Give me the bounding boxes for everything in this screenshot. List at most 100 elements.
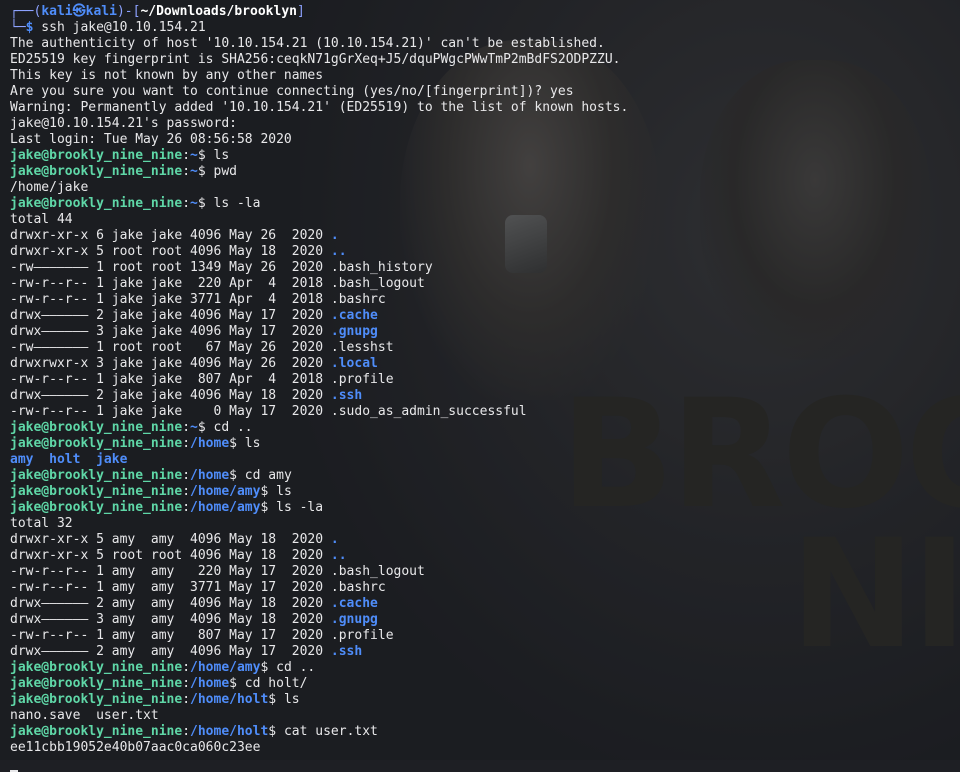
remote-path: /home <box>190 676 230 691</box>
remote-prompt-line: jake@brookly_nine_nine:/home$ cd amy <box>10 468 960 484</box>
prompt-separator: : <box>182 724 191 739</box>
prompt-separator: : <box>182 692 191 707</box>
file-meta: -rw-r--r-- 1 jake jake 3771 Apr 4 2018 <box>10 292 331 307</box>
file-meta: drwxr-xr-x 6 jake jake 4096 May 26 2020 <box>10 228 331 243</box>
file-meta: drwx—————— 3 amy amy 4096 May 18 2020 <box>10 612 331 627</box>
file-meta: drwx—————— 2 amy amy 4096 May 17 2020 <box>10 644 331 659</box>
file-name: .bash_logout <box>330 276 425 291</box>
dir-name: .cache <box>330 596 378 611</box>
dir-name: .ssh <box>330 644 363 659</box>
remote-path: /home <box>190 468 230 483</box>
prompt-dollar: $ <box>197 196 206 211</box>
command-text: ls <box>276 692 300 707</box>
remote-user-host: jake@brookly_nine_nine <box>10 660 183 675</box>
holt-listing: nano.save user.txt <box>10 708 159 723</box>
local-prompt-line-1: ┌──(kali㉿kali)-[~/Downloads/brooklyn] <box>10 4 960 20</box>
ssh-output-line: jake@10.10.154.21's password: <box>10 116 237 131</box>
local-prompt-line-2: └─$ ssh jake@10.10.154.21 <box>10 20 960 36</box>
remote-prompt-line: jake@brookly_nine_nine:~$ cd .. <box>10 420 960 436</box>
command-text: cd amy <box>236 468 292 483</box>
listing-row: -rw-r--r-- 1 amy amy 220 May 17 2020 .ba… <box>10 564 960 580</box>
remote-path: /home/amy <box>190 484 261 499</box>
listing-row: -rw-r--r-- 1 jake jake 807 Apr 4 2018 .p… <box>10 372 960 388</box>
remote-user-host: jake@brookly_nine_nine <box>10 164 183 179</box>
prompt-user: kali <box>41 4 73 19</box>
command-text: ls -la <box>268 500 324 515</box>
dir-entry: jake <box>96 452 128 467</box>
command-text: ls <box>268 484 292 499</box>
listing-row: drwxr-xr-x 6 jake jake 4096 May 26 2020 … <box>10 228 960 244</box>
prompt-separator: : <box>182 436 191 451</box>
listing-row: drwx—————— 2 jake jake 4096 May 17 2020 … <box>10 308 960 324</box>
prompt-separator: : <box>182 676 191 691</box>
command-text: cd .. <box>205 420 253 435</box>
listing-row: drwx—————— 3 jake jake 4096 May 17 2020 … <box>10 324 960 340</box>
home-listing: amy holt jake <box>10 452 960 468</box>
listing-row: drwx—————— 2 amy amy 4096 May 18 2020 .c… <box>10 596 960 612</box>
command-text: pwd <box>205 164 237 179</box>
file-meta: drwxr-xr-x 5 amy amy 4096 May 18 2020 <box>10 532 331 547</box>
prompt-separator: : <box>182 468 191 483</box>
remote-path: /home/amy <box>190 660 261 675</box>
listing-row: -rw——————— 1 root root 1349 May 26 2020 … <box>10 260 960 276</box>
prompt-host: kali <box>85 4 117 19</box>
file-name: .lesshst <box>330 340 394 355</box>
ssh-output-line: The authenticity of host '10.10.154.21 (… <box>10 36 605 51</box>
remote-prompt-line: jake@brookly_nine_nine:~$ ls -la <box>10 196 960 212</box>
listing-row: drwxrwxr-x 3 jake jake 4096 May 26 2020 … <box>10 356 960 372</box>
total-line: total 44 <box>10 212 73 227</box>
command-text: ls -la <box>205 196 261 211</box>
remote-prompt-line: jake@brookly_nine_nine:/home/holt$ cat u… <box>10 724 960 740</box>
file-meta: drwxrwxr-x 3 jake jake 4096 May 26 2020 <box>10 356 331 371</box>
dir-name: .ssh <box>330 388 363 403</box>
remote-prompt-line: jake@brookly_nine_nine:/home/holt$ ls <box>10 692 960 708</box>
dir-name: . <box>330 228 339 243</box>
prompt-dollar: $ <box>229 436 237 451</box>
terminal-output[interactable]: ┌──(kali㉿kali)-[~/Downloads/brooklyn] └─… <box>0 0 960 772</box>
remote-prompt-line: jake@brookly_nine_nine:/home$ ls <box>10 436 960 452</box>
current-input-line[interactable] <box>10 756 960 772</box>
listing-row: -rw——————— 1 root root 67 May 26 2020 .l… <box>10 340 960 356</box>
ssh-output-line: This key is not known by any other names <box>10 68 324 83</box>
dir-entry: amy <box>10 452 34 467</box>
listing-row: drwxr-xr-x 5 amy amy 4096 May 18 2020 . <box>10 532 960 548</box>
remote-user-host: jake@brookly_nine_nine <box>10 436 183 451</box>
dir-entry: holt <box>49 452 81 467</box>
remote-user-host: jake@brookly_nine_nine <box>10 500 183 515</box>
remote-user-host: jake@brookly_nine_nine <box>10 420 183 435</box>
remote-user-host: jake@brookly_nine_nine <box>10 484 183 499</box>
dir-name: .. <box>330 548 347 563</box>
dir-name: . <box>330 532 339 547</box>
listing-row: drwxr-xr-x 5 root root 4096 May 18 2020 … <box>10 244 960 260</box>
remote-path: ~ <box>190 196 198 211</box>
ssh-output-line: Are you sure you want to continue connec… <box>10 84 574 99</box>
remote-prompt-line: jake@brookly_nine_nine:/home$ cd holt/ <box>10 676 960 692</box>
total-line: total 32 <box>10 516 73 531</box>
prompt-frame-bottom: └─ <box>10 20 26 35</box>
file-meta: -rw-r--r-- 1 amy amy 220 May 17 2020 <box>10 564 331 579</box>
file-name: .profile <box>330 628 394 643</box>
remote-path: /home <box>190 436 230 451</box>
remote-user-host: jake@brookly_nine_nine <box>10 468 183 483</box>
ssh-output-line: Last login: Tue May 26 08:56:58 2020 <box>10 132 292 147</box>
file-listing-amy: drwxr-xr-x 5 amy amy 4096 May 18 2020 .d… <box>10 532 960 660</box>
remote-path: ~ <box>190 148 198 163</box>
user-flag-output: ee11cbb19052e40b07aac0ca060c23ee <box>10 740 261 755</box>
prompt-separator: : <box>182 484 191 499</box>
file-meta: -rw-r--r-- 1 amy amy 807 May 17 2020 <box>10 628 331 643</box>
file-name: .bashrc <box>330 580 386 595</box>
prompt-frame-mid: )-[ <box>116 4 141 19</box>
file-meta: drwx—————— 2 amy amy 4096 May 18 2020 <box>10 596 331 611</box>
prompt-separator: : <box>182 420 191 435</box>
prompt-dollar: $ <box>268 692 277 707</box>
file-meta: -rw-r--r-- 1 amy amy 3771 May 17 2020 <box>10 580 331 595</box>
listing-row: drwx—————— 2 amy amy 4096 May 17 2020 .s… <box>10 644 960 660</box>
remote-path: ~ <box>190 164 198 179</box>
prompt-separator: : <box>182 660 191 675</box>
remote-user-host: jake@brookly_nine_nine <box>10 724 183 739</box>
file-meta: drwx—————— 3 jake jake 4096 May 17 2020 <box>10 324 331 339</box>
command-text: cd .. <box>268 660 316 675</box>
file-listing-jake: drwxr-xr-x 6 jake jake 4096 May 26 2020 … <box>10 228 960 420</box>
file-name: .bashrc <box>330 292 386 307</box>
listing-row: -rw-r--r-- 1 amy amy 3771 May 17 2020 .b… <box>10 580 960 596</box>
